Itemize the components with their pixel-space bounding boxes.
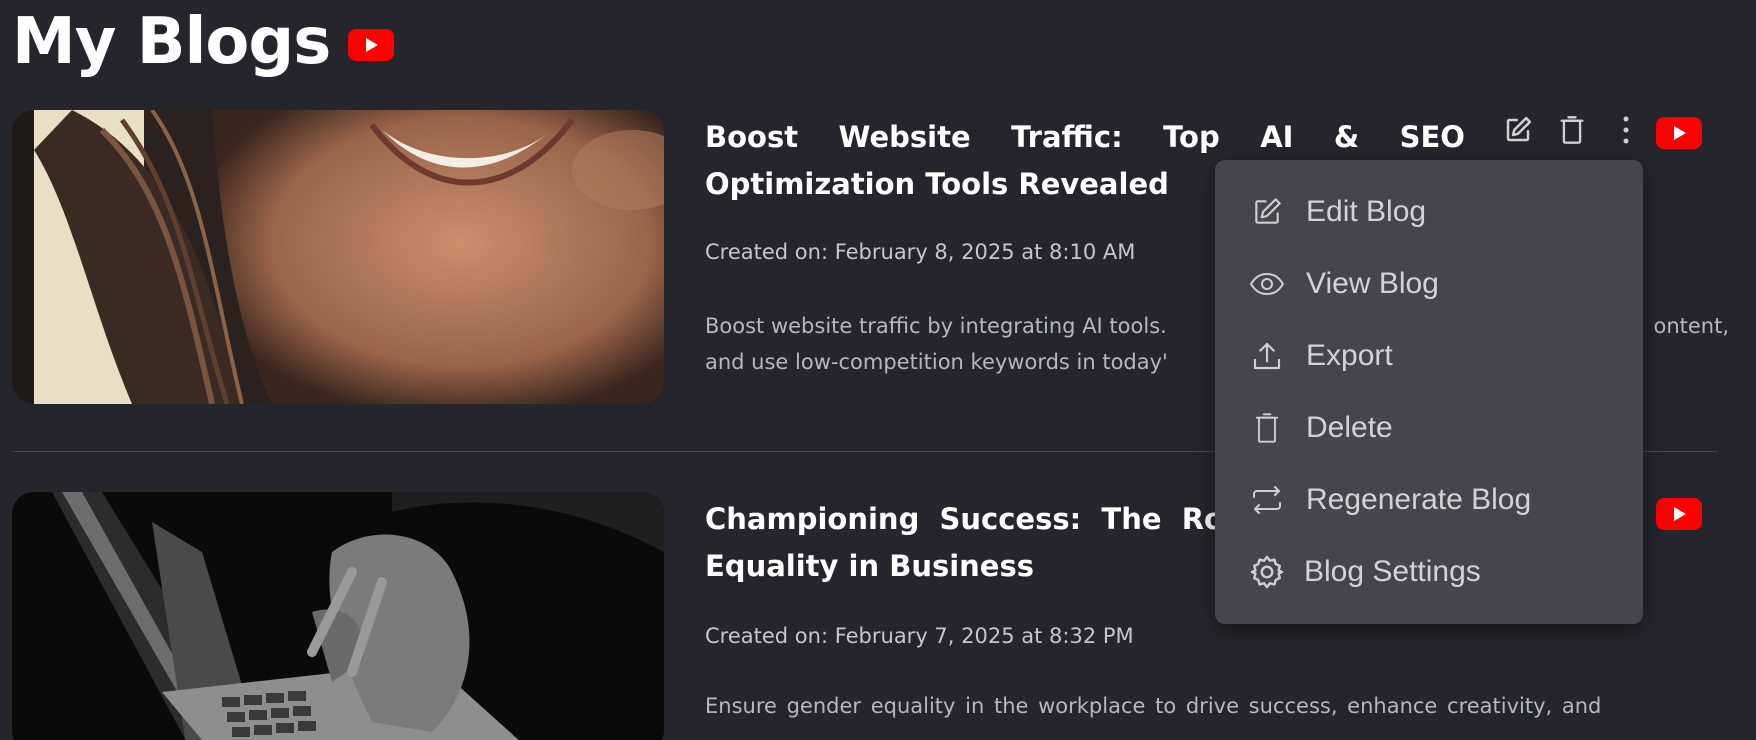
my-blogs-page: My Blogs Boost Website Traffic: Top AI &… (0, 0, 1756, 740)
menu-item-delete[interactable]: Delete (1215, 398, 1643, 458)
edit-icon (1249, 194, 1285, 230)
youtube-icon (348, 29, 395, 65)
regenerate-icon (1249, 482, 1285, 518)
youtube-button[interactable] (1656, 117, 1702, 149)
blog-title-word: AI (1260, 120, 1294, 154)
menu-item-regenerate-blog[interactable]: Regenerate Blog (1215, 470, 1643, 530)
created-date: Created on: February 8, 2025 at 8:10 AM (705, 240, 1136, 264)
blog-options-menu: Edit Blog View Blog Export Delete Regene… (1215, 160, 1643, 624)
blog-excerpt: Ensure gender equality in the workplace … (705, 688, 1729, 724)
page-header: My Blogs (12, 2, 395, 82)
excerpt-text: Ensure gender equality in the workplace … (705, 694, 1602, 718)
blog-thumbnail[interactable] (12, 110, 664, 404)
created-date: Created on: February 7, 2025 at 8:32 PM (705, 624, 1134, 648)
menu-item-edit-blog[interactable]: Edit Blog (1215, 182, 1643, 242)
blog-title-word: Website (838, 120, 971, 154)
more-vertical-icon (1622, 115, 1630, 149)
trash-icon (1558, 115, 1586, 149)
laptop-typing-photo-icon (12, 492, 664, 740)
menu-item-view-blog[interactable]: View Blog (1215, 254, 1643, 314)
menu-item-label: Edit Blog (1306, 195, 1427, 228)
upload-icon (1249, 338, 1285, 374)
excerpt-text: ontent, (1653, 314, 1729, 338)
delete-button[interactable] (1554, 114, 1590, 150)
youtube-icon (1656, 117, 1702, 153)
excerpt-text: Boost website traffic by integrating AI … (705, 314, 1167, 338)
blog-title-word: Traffic: (1011, 120, 1123, 154)
smiling-woman-photo-icon (12, 110, 664, 404)
gear-icon (1249, 554, 1285, 590)
edit-button[interactable] (1500, 114, 1536, 150)
blog-thumbnail[interactable] (12, 492, 664, 740)
blog-title-word: & (1333, 120, 1360, 154)
menu-item-label: View Blog (1306, 267, 1439, 300)
page-title: My Blogs (12, 5, 331, 79)
blog-actions (1500, 114, 1662, 150)
youtube-button[interactable] (1656, 498, 1702, 530)
edit-icon (1503, 115, 1533, 149)
more-options-button[interactable] (1608, 114, 1644, 150)
menu-item-label: Delete (1306, 411, 1393, 444)
blog-title-word: Top (1163, 120, 1220, 154)
trash-icon (1249, 410, 1285, 446)
menu-item-label: Regenerate Blog (1306, 483, 1532, 516)
menu-item-label: Blog Settings (1304, 555, 1481, 588)
blog-title-word: Boost (705, 120, 799, 154)
menu-item-blog-settings[interactable]: Blog Settings (1215, 542, 1643, 602)
blog-title-word: SEO (1399, 120, 1465, 154)
eye-icon (1249, 266, 1285, 302)
menu-item-export[interactable]: Export (1215, 326, 1643, 386)
youtube-icon (1656, 498, 1702, 534)
menu-item-label: Export (1306, 339, 1393, 372)
